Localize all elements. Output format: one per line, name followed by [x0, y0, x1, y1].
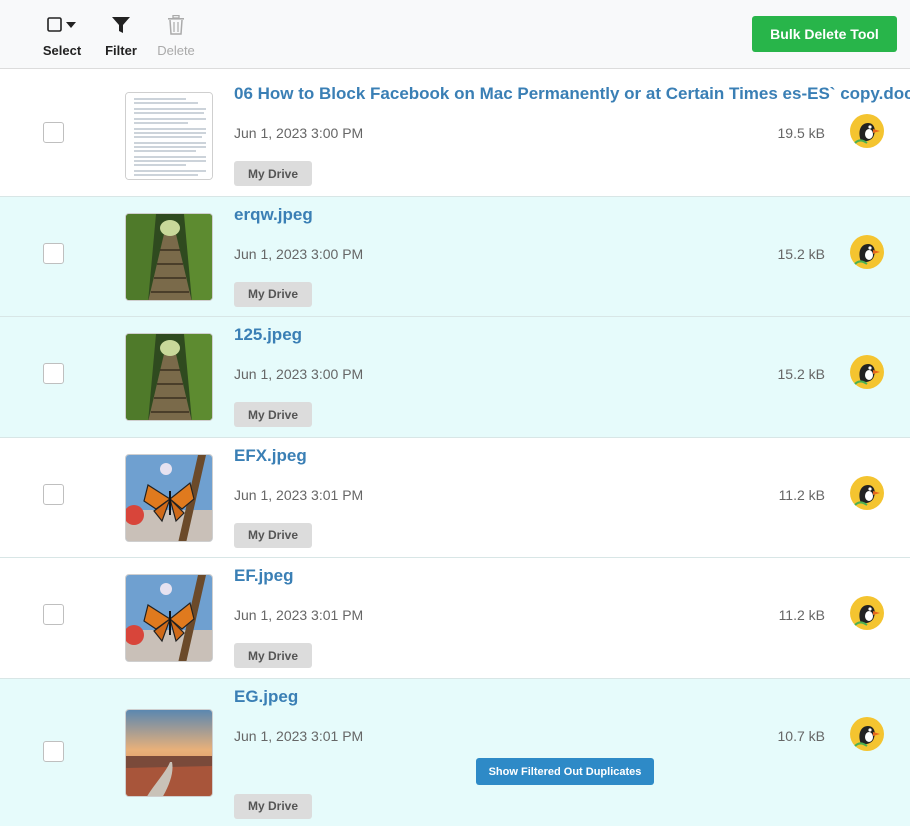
filter-icon — [112, 17, 130, 33]
file-row: EG.jpeg Jun 1, 2023 3:01 PM 10.7 kB My D… — [0, 678, 910, 826]
file-row: 125.jpeg Jun 1, 2023 3:00 PM 15.2 kB My … — [0, 317, 910, 438]
file-size: 19.5 kB — [777, 125, 825, 141]
row-checkbox[interactable] — [43, 740, 64, 762]
file-list: 06 How to Block Facebook on Mac Permanen… — [0, 76, 910, 826]
location-tag: My Drive — [234, 402, 313, 427]
file-name-link[interactable]: 06 How to Block Facebook on Mac Permanen… — [234, 84, 910, 104]
delete-tool[interactable]: Delete — [146, 14, 206, 58]
file-name-link[interactable]: EF.jpeg — [234, 566, 294, 586]
trash-icon — [168, 15, 184, 35]
file-thumbnail[interactable] — [125, 708, 213, 797]
file-thumbnail[interactable] — [125, 92, 213, 180]
file-date: Jun 1, 2023 3:00 PM — [234, 125, 364, 141]
owner-avatar-icon — [850, 355, 884, 389]
row-checkbox[interactable] — [43, 483, 64, 505]
file-date: Jun 1, 2023 3:01 PM — [234, 607, 364, 623]
owner-avatar-icon — [850, 234, 884, 269]
select-label: Select — [42, 43, 82, 58]
file-thumbnail[interactable] — [125, 212, 213, 301]
file-thumbnail[interactable] — [125, 453, 213, 542]
bulk-delete-button[interactable]: Bulk Delete Tool — [752, 16, 897, 52]
row-checkbox[interactable] — [43, 242, 64, 264]
row-checkbox[interactable] — [43, 122, 64, 143]
owner-avatar-icon — [850, 475, 884, 510]
butterfly-image — [126, 454, 212, 541]
file-row: erqw.jpeg Jun 1, 2023 3:00 PM 15.2 kB My… — [0, 196, 910, 317]
select-tool[interactable]: Select — [32, 14, 92, 58]
file-date: Jun 1, 2023 3:01 PM — [234, 727, 364, 744]
file-thumbnail[interactable] — [125, 333, 213, 421]
file-row: EF.jpeg Jun 1, 2023 3:01 PM 11.2 kB My D… — [0, 558, 910, 679]
show-filtered-duplicates-button[interactable]: Show Filtered Out Duplicates — [476, 758, 654, 785]
location-tag: My Drive — [234, 281, 313, 307]
delete-label: Delete — [157, 43, 195, 58]
file-size: 10.7 kB — [777, 727, 825, 744]
sunset-path-image — [126, 709, 212, 796]
file-name-link[interactable]: EFX.jpeg — [234, 446, 307, 466]
owner-avatar-icon — [850, 114, 884, 148]
location-tag: My Drive — [234, 522, 313, 548]
file-date: Jun 1, 2023 3:00 PM — [234, 366, 364, 382]
toolbar: Select Filter Delete Bulk Delete Tool — [0, 0, 910, 69]
row-checkbox[interactable] — [43, 604, 64, 625]
location-tag: My Drive — [234, 793, 313, 819]
owner-avatar-icon — [850, 716, 884, 751]
forest-path-image — [126, 334, 212, 420]
file-date: Jun 1, 2023 3:01 PM — [234, 486, 364, 503]
filter-label: Filter — [105, 43, 137, 58]
file-row: 06 How to Block Facebook on Mac Permanen… — [0, 76, 910, 197]
file-size: 15.2 kB — [777, 245, 825, 262]
file-size: 11.2 kB — [778, 607, 825, 623]
filter-tool[interactable]: Filter — [91, 14, 151, 58]
document-thumbnail-icon — [126, 93, 212, 179]
location-tag: My Drive — [234, 643, 313, 668]
row-checkbox[interactable] — [43, 363, 64, 384]
forest-path-image — [126, 213, 212, 300]
file-row: EFX.jpeg Jun 1, 2023 3:01 PM 11.2 kB My … — [0, 438, 910, 558]
file-size: 11.2 kB — [778, 486, 825, 503]
butterfly-image — [126, 575, 212, 661]
file-name-link[interactable]: 125.jpeg — [234, 325, 302, 345]
file-date: Jun 1, 2023 3:00 PM — [234, 245, 364, 262]
file-name-link[interactable]: erqw.jpeg — [234, 205, 313, 225]
file-name-link[interactable]: EG.jpeg — [234, 687, 298, 707]
location-tag: My Drive — [234, 161, 313, 186]
owner-avatar-icon — [850, 596, 884, 630]
checkbox-dropdown-icon — [47, 17, 76, 32]
file-thumbnail[interactable] — [125, 574, 213, 662]
file-size: 15.2 kB — [777, 366, 825, 382]
